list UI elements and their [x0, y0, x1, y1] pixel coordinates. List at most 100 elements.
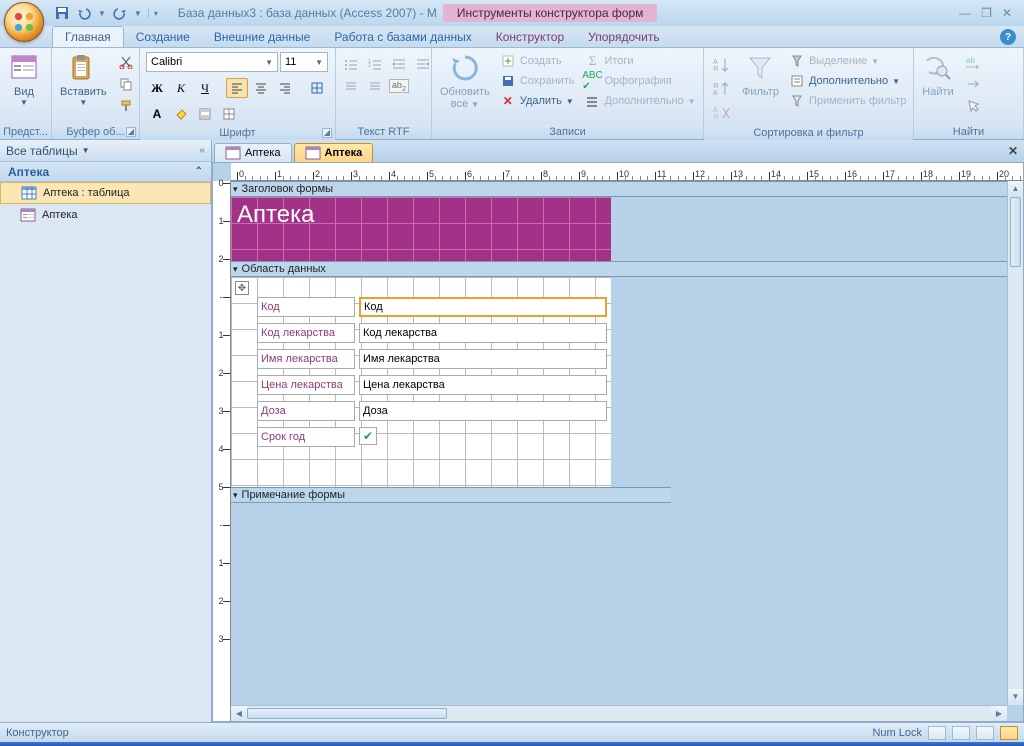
- goto-icon[interactable]: [962, 74, 984, 94]
- select-icon[interactable]: [962, 96, 984, 116]
- align-left-icon[interactable]: [226, 78, 248, 98]
- align-center-icon[interactable]: [250, 78, 272, 98]
- tab-home[interactable]: Главная: [52, 26, 124, 47]
- office-button[interactable]: [4, 2, 44, 42]
- form-title[interactable]: Аптека: [231, 197, 611, 233]
- undo-icon[interactable]: [76, 5, 92, 21]
- italic-icon[interactable]: К: [170, 78, 192, 98]
- ordered-list-icon[interactable]: 12: [364, 54, 386, 74]
- align-right-icon[interactable]: [274, 78, 296, 98]
- tab-design[interactable]: Конструктор: [484, 27, 576, 47]
- field-row[interactable]: Имя лекарстваИмя лекарства: [257, 349, 607, 369]
- refresh-all-button[interactable]: Обновить все ▼: [436, 50, 494, 112]
- delete-record-button[interactable]: ✕Удалить ▼: [498, 92, 577, 110]
- toggle-filter-button[interactable]: Применить фильтр: [787, 92, 909, 110]
- selection-filter-button[interactable]: Выделение ▼: [787, 52, 909, 70]
- grid-fill-icon[interactable]: [218, 104, 240, 124]
- find-button[interactable]: Найти: [918, 50, 958, 100]
- tab-create[interactable]: Создание: [124, 27, 202, 47]
- tab-external[interactable]: Внешние данные: [202, 27, 323, 47]
- field-label[interactable]: Цена лекарства: [257, 375, 355, 395]
- field-textbox[interactable]: Имя лекарства: [359, 349, 607, 369]
- rtl-icon[interactable]: [364, 76, 386, 96]
- copy-icon[interactable]: [115, 74, 137, 94]
- format-painter-icon[interactable]: [115, 96, 137, 116]
- totals-button[interactable]: ΣИтоги: [582, 52, 697, 70]
- paste-button[interactable]: Вставить ▼: [56, 50, 111, 109]
- gridlines-icon[interactable]: [306, 78, 328, 98]
- view-design-icon[interactable]: [1000, 726, 1018, 740]
- new-record-button[interactable]: Создать: [498, 52, 577, 70]
- field-label[interactable]: Имя лекарства: [257, 349, 355, 369]
- more-records-button[interactable]: Дополнительно ▼: [582, 92, 697, 110]
- field-label[interactable]: Код: [257, 297, 355, 317]
- save-record-button[interactable]: Сохранить: [498, 72, 577, 90]
- section-detail[interactable]: ▾Область данных: [231, 261, 1023, 277]
- field-row[interactable]: Срок год✔: [257, 427, 377, 447]
- bold-icon[interactable]: Ж: [146, 78, 168, 98]
- navpane-group[interactable]: Аптека⌃: [0, 162, 211, 182]
- alt-fill-icon[interactable]: [194, 104, 216, 124]
- fill-color-icon[interactable]: [170, 104, 192, 124]
- replace-icon[interactable]: ab: [962, 52, 984, 72]
- scrollbar-vertical[interactable]: ▲▼: [1007, 181, 1023, 705]
- navpane-item-form[interactable]: Аптека: [0, 204, 211, 226]
- indent-left-icon[interactable]: [412, 54, 434, 74]
- sort-desc-icon[interactable]: ЯА: [710, 78, 734, 100]
- filter-button[interactable]: Фильтр: [738, 50, 783, 100]
- qat-customize-icon[interactable]: ▾: [148, 9, 158, 18]
- ltr-icon[interactable]: [340, 76, 362, 96]
- field-label[interactable]: Код лекарства: [257, 323, 355, 343]
- field-row[interactable]: Цена лекарстваЦена лекарства: [257, 375, 607, 395]
- section-form-header[interactable]: ▾Заголовок формы: [231, 181, 1023, 197]
- field-textbox[interactable]: Код лекарства: [359, 323, 607, 343]
- restore-button[interactable]: ❐: [981, 6, 992, 20]
- navpane-collapse-icon[interactable]: «: [199, 145, 205, 156]
- undo-dropdown-icon[interactable]: ▼: [98, 9, 106, 18]
- ruler-vertical: 012-12345-123: [213, 181, 231, 721]
- unordered-list-icon[interactable]: [340, 54, 362, 74]
- font-size-combo[interactable]: 11▼: [280, 52, 328, 72]
- section-form-footer[interactable]: ▾Примечание формы: [231, 487, 671, 503]
- field-checkbox[interactable]: ✔: [359, 427, 377, 445]
- font-family-combo[interactable]: Calibri▼: [146, 52, 278, 72]
- indent-right-icon[interactable]: [388, 54, 410, 74]
- sort-asc-icon[interactable]: АЯ: [710, 54, 734, 76]
- tab-dbtools[interactable]: Работа с базами данных: [322, 27, 483, 47]
- redo-icon[interactable]: [112, 5, 128, 21]
- redo-dropdown-icon[interactable]: ▼: [134, 9, 142, 18]
- close-button[interactable]: ✕: [1002, 6, 1012, 20]
- design-canvas: 0123456789101112131415161718192021 012-1…: [212, 162, 1024, 722]
- field-label[interactable]: Доза: [257, 401, 355, 421]
- view-layout-icon[interactable]: [976, 726, 994, 740]
- advanced-filter-button[interactable]: Дополнительно ▼: [787, 72, 909, 90]
- field-textbox[interactable]: Цена лекарства: [359, 375, 607, 395]
- field-row[interactable]: КодКод: [257, 297, 607, 317]
- tab-arrange[interactable]: Упорядочить: [576, 27, 671, 47]
- view-datasheet-icon[interactable]: [952, 726, 970, 740]
- underline-icon[interactable]: Ч: [194, 78, 216, 98]
- doctab-close-icon[interactable]: ✕: [1008, 144, 1018, 158]
- navpane-header[interactable]: Все таблицы▼ «: [0, 140, 211, 162]
- font-color-icon[interactable]: A: [146, 104, 168, 124]
- clear-sort-icon[interactable]: АЯ: [710, 102, 734, 124]
- field-row[interactable]: ДозаДоза: [257, 401, 607, 421]
- field-textbox[interactable]: Код: [359, 297, 607, 317]
- cut-icon[interactable]: [115, 52, 137, 72]
- doctab-0[interactable]: Аптека: [214, 143, 292, 162]
- field-textbox[interactable]: Доза: [359, 401, 607, 421]
- detail-grid[interactable]: КодКодКод лекарстваКод лекарстваИмя лека…: [231, 277, 611, 487]
- doctab-1[interactable]: Аптека: [294, 143, 374, 162]
- navpane-item-table[interactable]: Аптека : таблица: [0, 182, 211, 204]
- scrollbar-horizontal[interactable]: ◀▶: [231, 705, 1007, 721]
- save-icon[interactable]: [54, 5, 70, 21]
- field-row[interactable]: Код лекарстваКод лекарства: [257, 323, 607, 343]
- minimize-button[interactable]: —: [959, 6, 971, 20]
- spelling-button[interactable]: ABC✔Орфография: [582, 72, 697, 90]
- view-button[interactable]: Вид ▼: [4, 50, 44, 109]
- highlight-icon[interactable]: ab2: [388, 76, 410, 96]
- field-label[interactable]: Срок год: [257, 427, 355, 447]
- view-form-icon[interactable]: [928, 726, 946, 740]
- move-handle-icon[interactable]: [235, 281, 249, 295]
- help-icon[interactable]: ?: [1000, 29, 1016, 45]
